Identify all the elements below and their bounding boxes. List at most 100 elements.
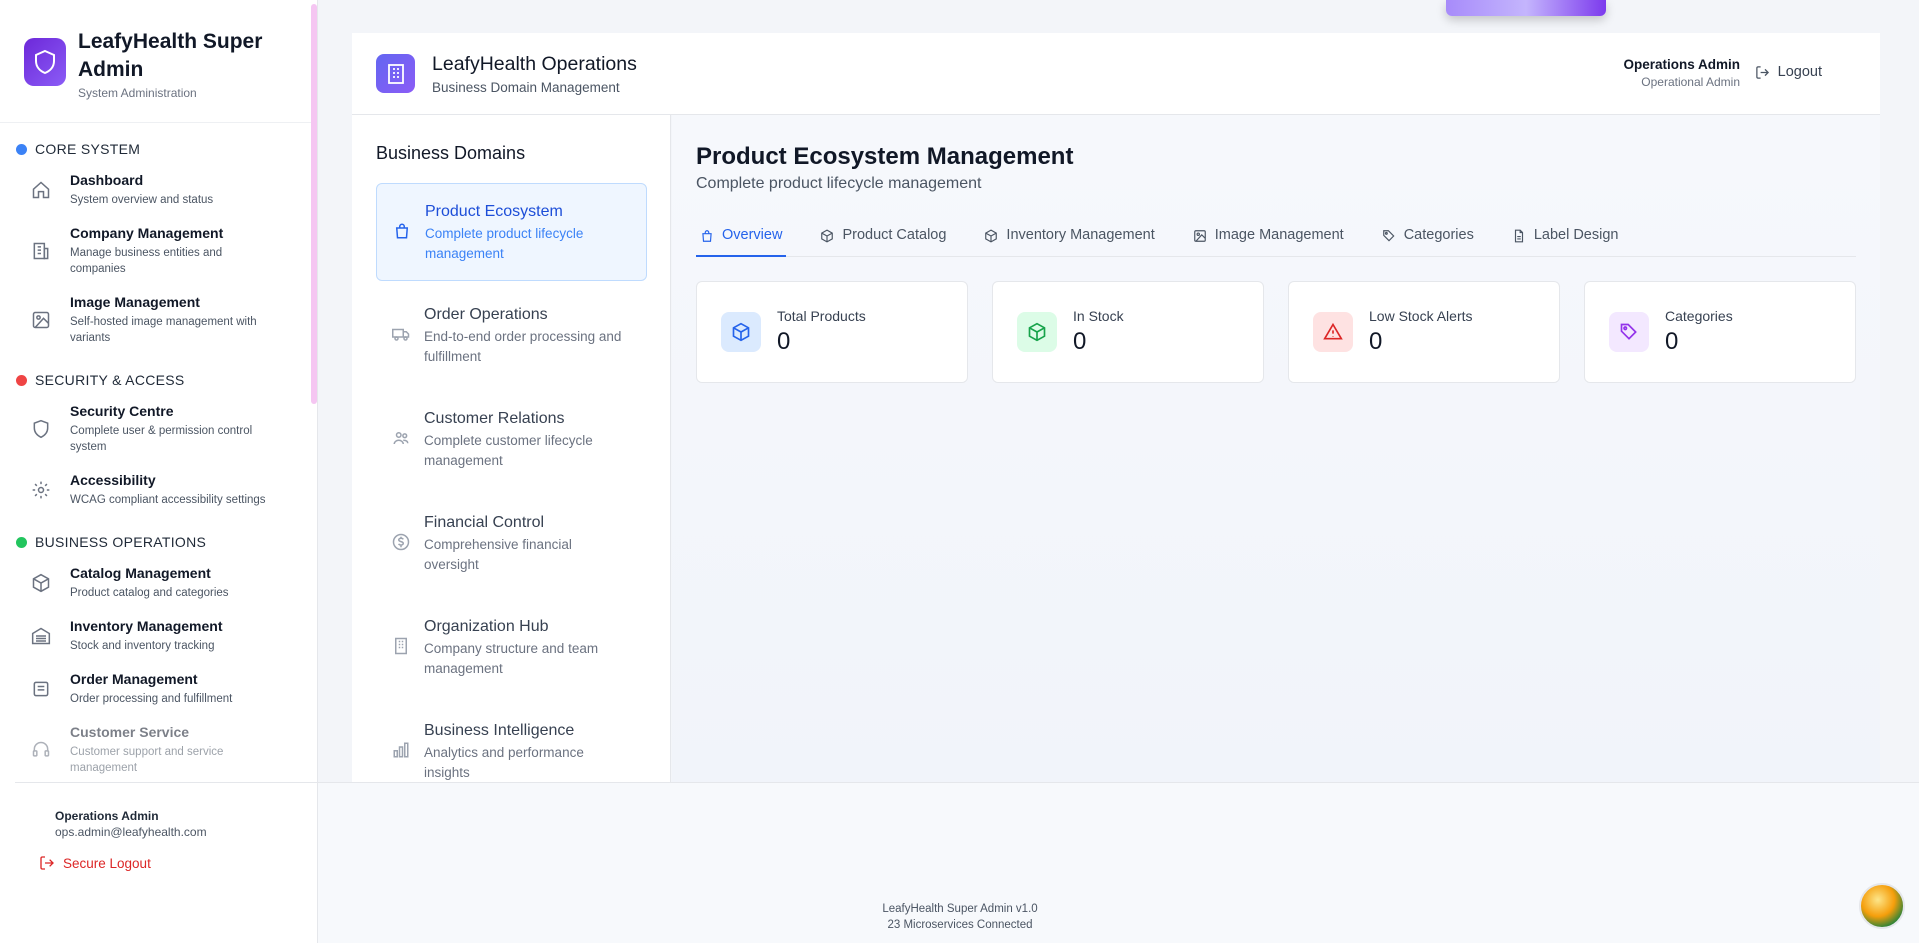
domain-desc: Complete product lifecycle management <box>425 226 584 261</box>
section-label: BUSINESS OPERATIONS <box>35 534 207 550</box>
secure-logout-label: Secure Logout <box>63 855 151 871</box>
sidebar-item-order-management[interactable]: Order Management Order processing and ful… <box>16 662 317 715</box>
domain-title: Customer Relations <box>424 410 565 427</box>
image-icon <box>1193 230 1206 242</box>
stat-label: In Stock <box>1073 308 1124 324</box>
services-status: 23 Microservices Connected <box>887 919 1033 931</box>
tab-label: Inventory Management <box>1006 227 1155 243</box>
stat-value: 0 <box>1665 328 1679 355</box>
domain-title: Business Intelligence <box>424 722 575 739</box>
stat-card-low-stock-alerts: Low Stock Alerts 0 <box>1288 281 1560 383</box>
tab-overview[interactable]: Overview <box>696 225 787 257</box>
logout-button[interactable]: Logout <box>1755 64 1822 80</box>
tabs: Overview Product Catalog Inventory Manag… <box>696 225 1856 257</box>
tab-label: Categories <box>1403 227 1474 243</box>
brand: LeafyHealth Super Admin System Administr… <box>0 0 317 123</box>
sidebar-item-label: Security Centre <box>70 403 174 419</box>
footer-user-name: Operations Admin <box>55 809 159 823</box>
stat-label: Low Stock Alerts <box>1369 308 1473 324</box>
dollar-icon <box>392 533 410 551</box>
stat-value: 0 <box>777 328 791 355</box>
stat-cards: Total Products 0 In Stock 0 Low Stock Aler… <box>696 281 1880 383</box>
building-icon <box>395 637 407 655</box>
sidebar-scrollbar[interactable] <box>311 4 317 404</box>
tab-label: Image Management <box>1214 227 1344 243</box>
stat-label: Categories <box>1665 308 1733 324</box>
sidebar-item-desc: Customer support and service management <box>70 746 224 774</box>
section-title: Product Ecosystem Management <box>696 143 1074 170</box>
tag-icon <box>1382 230 1395 242</box>
assistant-avatar[interactable] <box>1859 883 1905 929</box>
window-preview-thumbnail[interactable] <box>1446 0 1606 16</box>
domain-product-ecosystem[interactable]: Product Ecosystem Complete product lifecy… <box>376 183 647 281</box>
bar-chart-icon <box>393 742 409 758</box>
tab-inventory-management[interactable]: Inventory Management <box>980 225 1158 257</box>
sidebar-item-dashboard[interactable]: Dashboard System overview and status <box>16 163 317 216</box>
sidebar-item-accessibility[interactable]: Accessibility WCAG compliant accessibilit… <box>16 463 317 516</box>
logout-label: Logout <box>1777 64 1822 80</box>
warehouse-icon <box>30 625 52 647</box>
sidebar-item-label: Customer Service <box>70 724 190 740</box>
domain-title: Financial Control <box>424 514 545 531</box>
section-subtitle: Complete product lifecycle management <box>696 175 982 192</box>
sidebar: LeafyHealth Super Admin System Administr… <box>0 0 318 943</box>
logout-icon <box>40 856 54 870</box>
sidebar-item-image-management[interactable]: Image Management Self-hosted image manage… <box>16 285 317 354</box>
sidebar-item-company-management[interactable]: Company Management Manage business entiti… <box>16 216 317 285</box>
domain-desc: Comprehensive financial oversight <box>424 537 572 572</box>
section-label: SECURITY & ACCESS <box>35 372 185 388</box>
footer-user: Operations Admin ops.admin@leafyhealth.c… <box>55 809 207 839</box>
sidebar-item-desc: Complete user & permission control syste… <box>70 425 253 453</box>
sidebar-item-desc: Order processing and fulfillment <box>70 693 233 705</box>
page-footer: LeafyHealth Super Admin v1.0 23 Microser… <box>318 782 1919 943</box>
tab-categories[interactable]: Categories <box>1378 225 1478 257</box>
sidebar-item-inventory-management[interactable]: Inventory Management Stock and inventory … <box>16 609 317 662</box>
section-dot <box>16 143 27 155</box>
sidebar-footer: Operations Admin ops.admin@leafyhealth.c… <box>15 782 317 943</box>
sidebar-item-catalog-management[interactable]: Catalog Management Product catalog and ca… <box>16 556 317 609</box>
app-title: LeafyHealth Super Admin <box>78 30 263 81</box>
tab-label: Label Design <box>1533 227 1619 243</box>
package-icon <box>821 229 834 243</box>
domain-title: Product Ecosystem <box>425 203 563 220</box>
sidebar-item-label: Order Management <box>70 671 198 687</box>
stat-card-categories: Categories 0 <box>1584 281 1856 383</box>
main-content: Product Ecosystem Management Complete pr… <box>672 115 1880 782</box>
tab-product-catalog[interactable]: Product Catalog <box>816 225 950 257</box>
sidebar-item-desc: WCAG compliant accessibility settings <box>70 494 266 506</box>
sidebar-item-label: Accessibility <box>70 472 156 488</box>
version-info: LeafyHealth Super Admin v1.0 23 Microser… <box>318 901 1602 933</box>
domain-order-operations[interactable]: Order Operations End-to-end order process… <box>376 287 647 385</box>
domains-title: Business Domains <box>376 143 526 163</box>
image-icon <box>30 309 52 331</box>
page-title: LeafyHealth Operations <box>432 53 637 75</box>
gear-icon <box>30 479 52 501</box>
section-dot <box>16 536 27 548</box>
sidebar-item-label: Dashboard <box>70 172 144 188</box>
domain-customer-relations[interactable]: Customer Relations Complete customer life… <box>376 391 647 489</box>
section-label: CORE SYSTEM <box>35 141 141 157</box>
stat-value: 0 <box>1073 328 1087 355</box>
cart-icon <box>30 678 52 700</box>
shield-icon <box>24 38 66 86</box>
sidebar-item-customer-service[interactable]: Customer Service Customer support and ser… <box>16 715 317 784</box>
sidebar-item-desc: System overview and status <box>70 194 214 206</box>
domain-financial-control[interactable]: Financial Control Comprehensive financial… <box>376 495 647 593</box>
box-icon <box>1017 312 1057 352</box>
sidebar-item-label: Inventory Management <box>70 618 223 634</box>
business-domains-panel: Business Domains Product Ecosystem Comple… <box>352 115 671 782</box>
page-subtitle: Business Domain Management <box>432 80 620 95</box>
secure-logout-button[interactable]: Secure Logout <box>39 855 151 871</box>
tag-icon <box>1609 312 1649 352</box>
domain-desc: Company structure and team management <box>424 641 599 676</box>
sidebar-item-security-centre[interactable]: Security Centre Complete user & permissio… <box>16 394 317 463</box>
package-icon <box>30 572 52 594</box>
building-icon <box>30 240 52 262</box>
domain-desc: Complete customer lifecycle management <box>424 433 593 468</box>
stat-card-total-products: Total Products 0 <box>696 281 968 383</box>
domain-organization-hub[interactable]: Organization Hub Company structure and te… <box>376 599 647 697</box>
cube-icon <box>721 312 761 352</box>
tab-label-design[interactable]: Label Design <box>1508 225 1623 257</box>
truck-icon <box>392 328 410 341</box>
tab-image-management[interactable]: Image Management <box>1189 225 1348 257</box>
